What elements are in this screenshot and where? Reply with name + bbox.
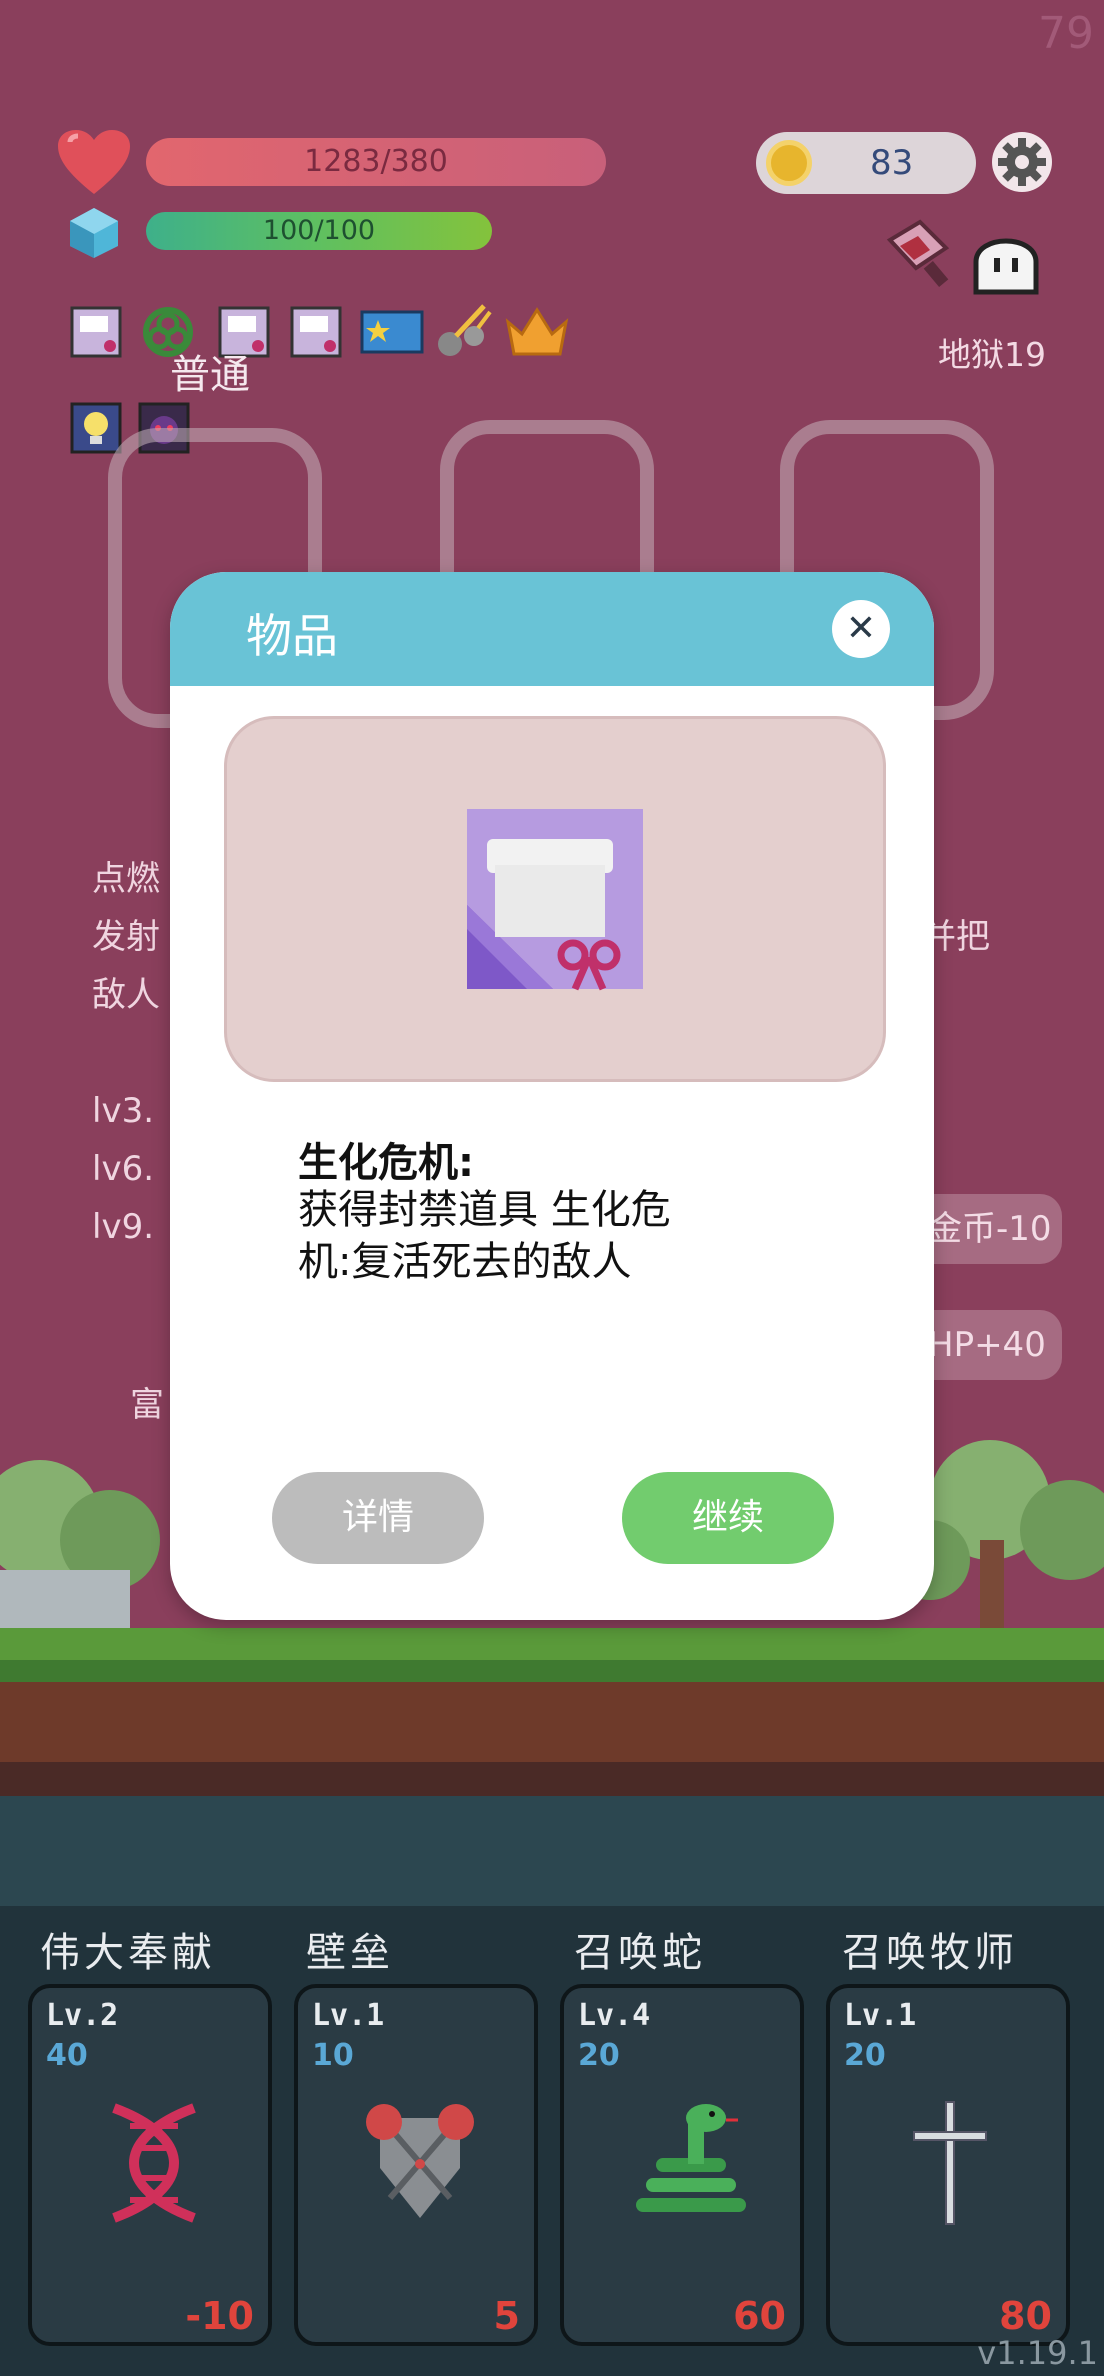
card-title-1: 伟大奉献 <box>40 1930 216 1976</box>
mp-bar: 100/100 <box>146 212 492 250</box>
card-level: Lv.1 <box>844 1998 917 2033</box>
difficulty-label: 普通 <box>170 352 250 398</box>
card-value: -10 <box>185 2294 254 2338</box>
detail-button[interactable]: 详情 <box>272 1472 484 1564</box>
grass-edge <box>0 1660 1104 1682</box>
cleaver-icon <box>886 219 950 288</box>
gift-card-icon <box>290 306 342 358</box>
skill-card-4[interactable]: Lv.1 20 80 <box>826 1984 1070 2346</box>
skill-desc-line2: 发射 <box>92 917 160 957</box>
snake-icon <box>636 2104 746 2212</box>
coin-icon <box>766 140 812 186</box>
skill-desc-line1: 点燃 <box>92 859 160 899</box>
close-button[interactable]: ✕ <box>832 600 890 658</box>
heart-icon <box>58 130 130 194</box>
version-label: v1.19.1 <box>977 2334 1098 2372</box>
card-cost: 10 <box>312 2038 354 2073</box>
skill-card-2[interactable]: Lv.1 10 5 <box>294 1984 538 2346</box>
card-cost: 40 <box>46 2038 88 2073</box>
card-cost: 20 <box>578 2038 620 2073</box>
continue-button[interactable]: 继续 <box>622 1472 834 1564</box>
mp-text: 100/100 <box>262 215 376 246</box>
skill-lv3: lv3. <box>92 1091 155 1131</box>
card-value: 5 <box>493 2294 520 2338</box>
gift-card-icon <box>70 306 122 358</box>
lightbulb-icon <box>70 402 122 454</box>
card-level: Lv.4 <box>578 1998 651 2033</box>
card-value: 80 <box>999 2294 1052 2338</box>
meteor-icon <box>438 304 492 356</box>
item-description: 获得封禁道具 生化危 机:复活死去的敌人 <box>298 1184 778 1288</box>
item-modal: 物品 ✕ 生化危机: 获得封禁道具 生化危 机:复活死去的敌人 详情 继续 <box>170 572 934 1620</box>
item-desc-line2: 机:复活死去的敌人 <box>298 1239 632 1285</box>
stage-label: 地狱19 <box>938 335 1046 374</box>
armor-icon <box>366 2104 474 2218</box>
hp-text: 1283/380 <box>304 144 448 179</box>
dna-icon <box>112 2103 196 2223</box>
card-value: 60 <box>733 2294 786 2338</box>
bg-fragment-text: 富 <box>130 1385 164 1425</box>
card-level: Lv.1 <box>312 1998 385 2033</box>
crown-icon <box>505 307 569 356</box>
card-cost: 20 <box>844 2038 886 2073</box>
cross-icon <box>913 2101 987 2225</box>
star-ticket-icon <box>360 310 424 354</box>
hp-bar: 1283/380 <box>146 138 606 186</box>
dirt-deep-layer <box>0 1762 1104 1796</box>
gear-icon[interactable] <box>990 130 1054 194</box>
gem-icon <box>70 208 118 258</box>
skill-desc-line3: 敌人 <box>92 975 160 1015</box>
coin-value: 83 <box>870 143 914 183</box>
card-title-3: 召唤蛇 <box>574 1930 706 1976</box>
card-title-4: 召唤牧师 <box>842 1930 1018 1976</box>
modal-title: 物品 <box>246 609 338 663</box>
item-desc-line1: 获得封禁道具 生化危 <box>298 1187 671 1233</box>
skill-card-1[interactable]: Lv.2 40 -10 <box>28 1984 272 2346</box>
item-name: 生化危机: <box>298 1140 474 1186</box>
water-band <box>0 1796 1104 1906</box>
item-image-panel <box>224 716 886 1082</box>
ghost-icon <box>973 238 1039 295</box>
card-level: Lv.2 <box>46 1998 119 2033</box>
skill-lv6: lv6. <box>92 1149 155 1189</box>
fps-counter: 79 <box>1038 8 1094 59</box>
card-title-2: 壁垒 <box>306 1930 394 1976</box>
gift-card-icon <box>467 809 643 991</box>
dirt-layer <box>0 1682 1104 1762</box>
skill-lv9: lv9. <box>92 1207 155 1247</box>
skill-card-3[interactable]: Lv.4 20 60 <box>560 1984 804 2346</box>
